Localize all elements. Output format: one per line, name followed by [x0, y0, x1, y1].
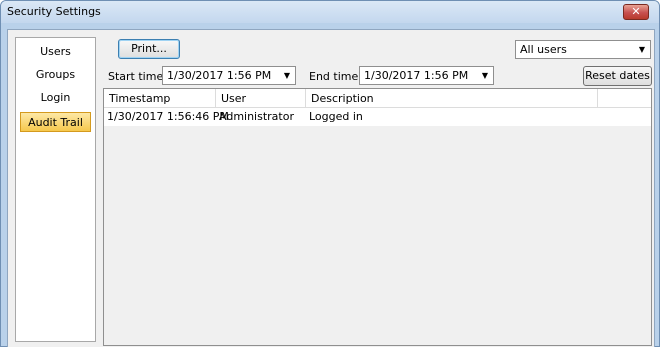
start-time-picker[interactable]: 1/30/2017 1:56 PM ▼ — [162, 66, 296, 85]
column-header-user[interactable]: User — [216, 89, 306, 108]
user-filter-value: All users — [520, 43, 567, 56]
nav-item-audit-trail[interactable]: Audit Trail — [20, 112, 91, 132]
cell-user: Administrator — [219, 110, 294, 123]
end-time-label: End time: — [309, 70, 362, 83]
chevron-down-icon: ▼ — [638, 45, 645, 54]
nav-item-groups[interactable]: Groups — [20, 65, 91, 85]
window-title: Security Settings — [7, 5, 101, 18]
end-time-value: 1/30/2017 1:56 PM — [364, 69, 469, 82]
column-header-filler — [598, 89, 651, 108]
security-settings-window: Security Settings ✕ Users Groups Login A… — [0, 0, 660, 347]
column-header-timestamp[interactable]: Timestamp — [104, 89, 216, 108]
start-time-value: 1/30/2017 1:56 PM — [167, 69, 272, 82]
end-time-picker[interactable]: 1/30/2017 1:56 PM ▼ — [359, 66, 494, 85]
print-button[interactable]: Print... — [118, 39, 180, 59]
chevron-down-icon: ▼ — [481, 71, 488, 80]
column-header-description[interactable]: Description — [306, 89, 598, 108]
table-row[interactable]: 1/30/2017 1:56:46 PM Administrator Logge… — [104, 108, 651, 126]
cell-description: Logged in — [309, 110, 363, 123]
reset-dates-button[interactable]: Reset dates — [583, 66, 652, 86]
table-header: Timestamp User Description — [104, 89, 651, 108]
start-time-label: Start time: — [108, 70, 167, 83]
nav-item-login[interactable]: Login — [20, 88, 91, 108]
chevron-down-icon: ▼ — [283, 71, 290, 80]
close-icon: ✕ — [631, 5, 641, 18]
audit-trail-table: Timestamp User Description 1/30/2017 1:5… — [103, 88, 652, 346]
nav-item-users[interactable]: Users — [20, 42, 91, 62]
client-area: Users Groups Login Audit Trail Print... … — [7, 29, 655, 347]
settings-nav: Users Groups Login Audit Trail — [15, 37, 96, 342]
audit-trail-panel: Print... All users ▼ Start time: 1/30/20… — [100, 30, 656, 347]
cell-timestamp: 1/30/2017 1:56:46 PM — [107, 110, 229, 123]
title-bar[interactable]: Security Settings ✕ — [1, 1, 659, 23]
close-button[interactable]: ✕ — [623, 4, 649, 20]
user-filter-select[interactable]: All users ▼ — [515, 40, 651, 59]
